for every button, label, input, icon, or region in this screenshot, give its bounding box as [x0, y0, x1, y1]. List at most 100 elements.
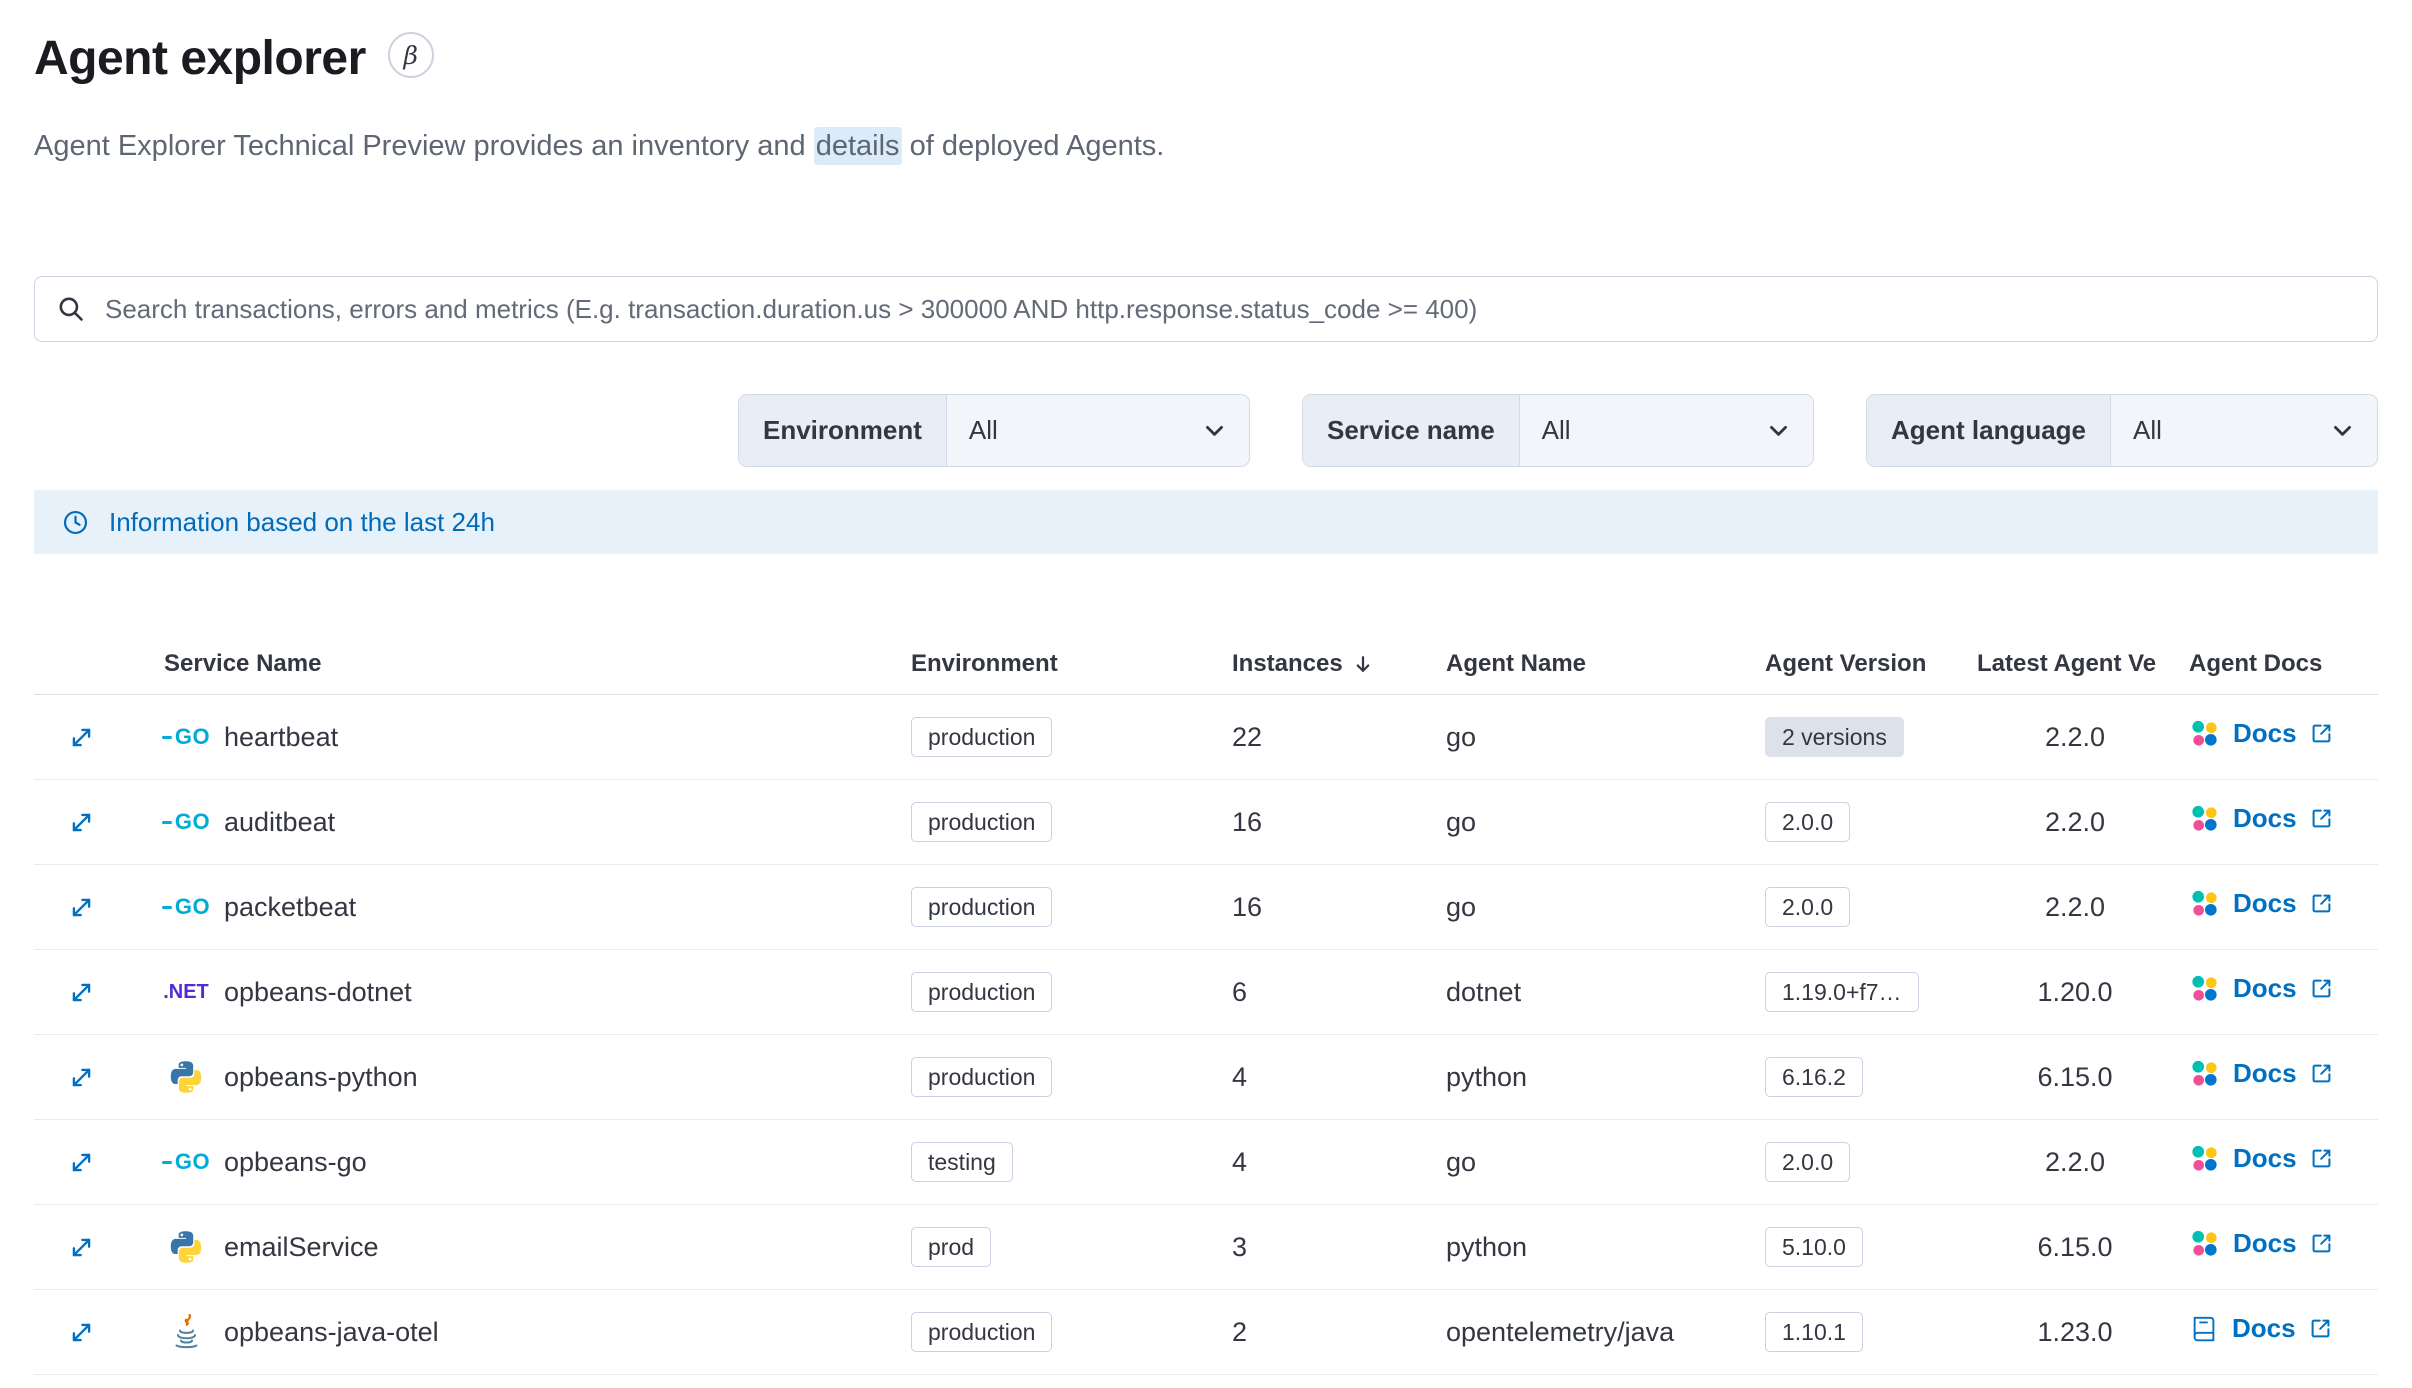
instances-count: 4 [1224, 1119, 1438, 1205]
agent-docs-link[interactable]: Docs [2189, 1313, 2332, 1344]
latest-agent-version: 2.2.0 [1969, 779, 2181, 865]
external-link-icon [2310, 1232, 2333, 1255]
latest-agent-version: 2.2.0 [1969, 694, 2181, 780]
instances-count: 2 [1224, 1289, 1438, 1375]
python-icon [164, 1229, 208, 1265]
docs-link-label: Docs [2233, 888, 2297, 918]
docs-link-label: Docs [2233, 718, 2297, 748]
column-header-agent-name[interactable]: Agent Name [1438, 638, 1757, 695]
environment-badge: testing [911, 1142, 1013, 1182]
agent-version-badge: 2.0.0 [1765, 802, 1851, 842]
go-icon: GO [164, 1149, 210, 1175]
agent-name: go [1438, 864, 1757, 950]
docs-link-label: Docs [2233, 973, 2297, 1003]
expand-row-button[interactable] [68, 724, 95, 751]
python-icon [164, 1059, 208, 1095]
environment-badge: production [911, 972, 1053, 1012]
go-icon: GO [164, 809, 210, 835]
agent-docs-link[interactable]: Docs [2189, 1228, 2333, 1259]
environment-badge: production [911, 1312, 1053, 1352]
expand-row-button[interactable] [68, 1234, 95, 1261]
latest-agent-version: 1.23.0 [1969, 1289, 2181, 1375]
search-input[interactable] [103, 292, 2355, 326]
service-name: opbeans-dotnet [224, 976, 412, 1007]
environment-badge: production [911, 887, 1053, 927]
service-name: packetbeat [224, 891, 357, 922]
expand-row-button[interactable] [68, 979, 95, 1006]
java-icon [164, 1313, 208, 1351]
page-subtitle: Agent Explorer Technical Preview provide… [34, 127, 2378, 165]
search-bar [34, 276, 2378, 342]
expand-row-button[interactable] [68, 894, 95, 921]
subtitle-text: of deployed Agents. [901, 130, 1165, 162]
service-name-filter[interactable]: Service name All [1302, 394, 1814, 467]
chevron-down-icon [1202, 418, 1227, 443]
agent-version-badge: 1.19.0+f7… [1765, 972, 1919, 1012]
expand-row-button[interactable] [68, 1064, 95, 1091]
column-header-agent-version[interactable]: Agent Version [1757, 638, 1969, 695]
column-header-instances[interactable]: Instances [1224, 638, 1438, 695]
agent-explorer-page: Agent explorer β Agent Explorer Technica… [0, 0, 2412, 1375]
agent-docs-link[interactable]: Docs [2189, 803, 2333, 834]
agent-docs-link[interactable]: Docs [2189, 973, 2333, 1004]
column-header-latest-agent-version[interactable]: Latest Agent Ve [1969, 638, 2181, 695]
instances-count: 4 [1224, 1034, 1438, 1120]
column-header-environment[interactable]: Environment [903, 638, 1224, 695]
column-label: Agent Name [1446, 650, 1587, 677]
environment-filter-label: Environment [739, 395, 947, 466]
latest-agent-version: 6.15.0 [1969, 1204, 2181, 1290]
agent-version-badge: 2.0.0 [1765, 887, 1851, 927]
table-row: .NET opbeans-dotnet production 6 dotnet 1.19.… [34, 949, 2378, 1035]
table-body: GO heartbeat production 22 go 2 versions 2.2.0… [34, 694, 2378, 1375]
book-icon [2189, 1314, 2219, 1344]
table-row: GO packetbeat production 16 go 2.0.0 2.2.0 Docs [34, 864, 2378, 950]
column-label: Service Name [164, 650, 322, 677]
agent-docs-link[interactable]: Docs [2189, 718, 2333, 749]
filters-row: Environment All Service name All Agent l… [34, 394, 2378, 467]
column-label: Latest Agent Ve [1977, 650, 2157, 677]
latest-agent-version: 2.2.0 [1969, 1119, 2181, 1205]
agent-docs-link[interactable]: Docs [2189, 888, 2333, 919]
agent-docs-link[interactable]: Docs [2189, 1143, 2333, 1174]
expand-row-button[interactable] [68, 1319, 95, 1346]
docs-link-label: Docs [2233, 1058, 2297, 1088]
agent-name: opentelemetry/java [1438, 1289, 1757, 1375]
search-icon [57, 295, 85, 323]
column-label: Agent Docs [2189, 650, 2323, 677]
agents-table: Service Name Environment Instances Agent… [34, 638, 2378, 1375]
environment-filter[interactable]: Environment All [738, 394, 1250, 467]
dotnet-icon: .NET [163, 980, 209, 1003]
service-name: emailService [224, 1231, 379, 1262]
agent-version-badge[interactable]: 2 versions [1765, 717, 1904, 757]
column-label: Agent Version [1765, 650, 1927, 677]
beta-badge: β [387, 32, 434, 78]
agent-version-badge: 2.0.0 [1765, 1142, 1851, 1182]
docs-link-label: Docs [2233, 1228, 2297, 1258]
agent-docs-link[interactable]: Docs [2189, 1058, 2333, 1089]
service-name: heartbeat [224, 721, 339, 752]
column-header-service-name[interactable]: Service Name [156, 638, 903, 695]
latest-agent-version: 1.20.0 [1969, 949, 2181, 1035]
external-link-icon [2310, 1062, 2333, 1085]
expand-row-button[interactable] [68, 1149, 95, 1176]
agent-version-badge: 6.16.2 [1765, 1057, 1863, 1097]
column-label: Environment [911, 650, 1058, 677]
agent-name: python [1438, 1034, 1757, 1120]
agent-cluster-icon [2189, 803, 2220, 834]
go-icon: GO [164, 894, 210, 920]
agent-cluster-icon [2189, 1228, 2220, 1259]
page-header: Agent explorer β [34, 30, 2378, 88]
table-row: GO opbeans-go testing 4 go 2.0.0 2.2.0 Docs [34, 1119, 2378, 1205]
column-header-agent-docs: Agent Docs [2181, 638, 2378, 695]
environment-filter-value: All [968, 415, 998, 445]
docs-link-label: Docs [2232, 1313, 2296, 1344]
agent-cluster-icon [2189, 973, 2220, 1004]
agent-cluster-icon [2189, 718, 2220, 749]
agent-language-filter[interactable]: Agent language All [1866, 394, 2378, 467]
agent-cluster-icon [2189, 1058, 2220, 1089]
agent-language-filter-value: All [2133, 415, 2162, 445]
service-name: opbeans-python [224, 1061, 418, 1092]
go-icon: GO [164, 724, 210, 750]
external-link-icon [2310, 1147, 2333, 1170]
expand-row-button[interactable] [68, 809, 95, 836]
